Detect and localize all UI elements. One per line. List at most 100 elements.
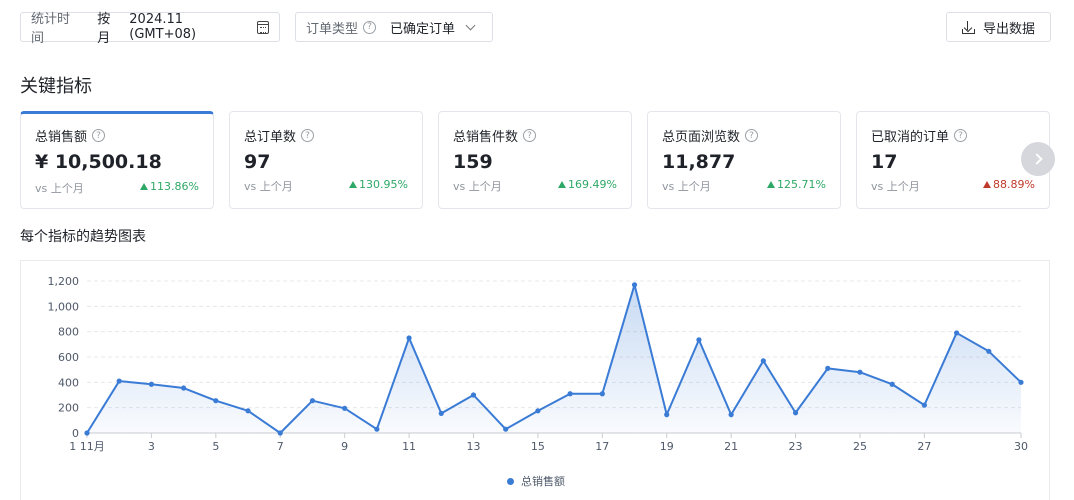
x-tick-label: 30 xyxy=(1014,440,1028,453)
time-filter-label: 统计时间 xyxy=(31,12,71,46)
data-point xyxy=(438,410,444,416)
metric-title: 总销售额 xyxy=(35,130,88,145)
metric-title: 已取消的订单 xyxy=(871,130,950,145)
order-type-value: 已确定订单 xyxy=(390,21,456,37)
x-tick-label: 5 xyxy=(212,440,219,453)
metric-card-total-orders[interactable]: 总订单数? 97 vs 上个月 130.95% xyxy=(229,111,423,209)
calendar-icon[interactable] xyxy=(256,20,270,34)
data-point xyxy=(825,365,831,371)
x-tick-label: 19 xyxy=(660,440,674,453)
metric-vs: vs 上个月 xyxy=(871,180,920,193)
y-tick-label: 600 xyxy=(58,351,79,364)
y-tick-label: 800 xyxy=(58,326,79,339)
metric-title: 总页面浏览数 xyxy=(662,130,741,145)
x-tick-label: 13 xyxy=(466,440,480,453)
metric-change: 169.49% xyxy=(558,178,617,194)
metric-change: 113.86% xyxy=(140,180,199,196)
order-type-label: 订单类型 ? xyxy=(306,18,377,37)
x-tick-label: 23 xyxy=(789,440,803,453)
x-tick-label: 7 xyxy=(277,440,284,453)
data-point xyxy=(181,385,187,391)
x-tick-label: 3 xyxy=(148,440,155,453)
metric-vs: vs 上个月 xyxy=(453,180,502,193)
metric-change: 130.95% xyxy=(349,178,408,194)
data-point xyxy=(664,412,670,418)
y-tick-label: 400 xyxy=(58,376,79,389)
metric-vs: vs 上个月 xyxy=(244,180,293,193)
data-point xyxy=(470,392,477,398)
data-point xyxy=(857,369,863,375)
data-point xyxy=(599,391,605,397)
data-point xyxy=(116,378,122,384)
data-point xyxy=(374,426,380,432)
y-tick-label: 0 xyxy=(72,427,79,440)
y-tick-label: 1,000 xyxy=(48,300,80,313)
x-tick-label: 15 xyxy=(531,440,545,453)
time-value: 2024.11 (GMT+08) xyxy=(129,12,197,42)
x-tick-label: 27 xyxy=(917,440,931,453)
metric-card-total-sales[interactable]: 总销售额? ¥ 10,500.18 vs 上个月 113.86% xyxy=(20,111,214,209)
metric-value: 11,877 xyxy=(662,151,736,173)
data-point xyxy=(1018,379,1024,385)
section-title: 关键指标 xyxy=(20,76,92,97)
data-point xyxy=(889,381,895,387)
metric-title: 总订单数 xyxy=(244,130,297,145)
y-tick-label: 200 xyxy=(58,402,79,415)
data-point xyxy=(986,348,992,354)
next-cards-button[interactable] xyxy=(1021,142,1055,176)
arrow-up-icon xyxy=(983,181,992,188)
data-point xyxy=(245,408,251,414)
chart-legend[interactable]: 总销售额 xyxy=(507,473,565,489)
help-icon[interactable]: ? xyxy=(523,129,537,142)
chart-title: 每个指标的趋势图表 xyxy=(20,229,146,245)
metric-value: ¥ 10,500.18 xyxy=(35,151,162,173)
legend-label: 总销售额 xyxy=(521,475,565,488)
data-point xyxy=(148,381,155,387)
trend-chart: 0 200 400 600 800 1,000 1,200 1 11月 3 5 7 9 11 13 15 17… xyxy=(20,260,1050,500)
order-type-filter[interactable]: 订单类型 ? 已确定订单 xyxy=(295,12,493,42)
x-tick-label: 1 11月 xyxy=(69,440,105,453)
data-point xyxy=(535,408,541,414)
help-icon[interactable]: ? xyxy=(954,129,968,142)
metric-change: 125.71% xyxy=(767,178,826,194)
data-point xyxy=(696,337,702,343)
data-point xyxy=(792,410,799,416)
arrow-up-icon xyxy=(140,183,149,190)
x-tick-label: 25 xyxy=(853,440,867,453)
data-point xyxy=(84,430,90,436)
metric-card-items-sold[interactable]: 总销售件数? 159 vs 上个月 169.49% xyxy=(438,111,632,209)
export-label: 导出数据 xyxy=(982,21,1035,37)
data-point xyxy=(503,426,509,432)
metric-title: 总销售件数 xyxy=(453,130,519,145)
help-icon[interactable]: ? xyxy=(92,129,106,142)
metric-change: 88.89% xyxy=(983,178,1035,194)
x-tick-label: 17 xyxy=(595,440,609,453)
x-tick-label: 9 xyxy=(341,440,348,453)
data-point xyxy=(406,335,412,341)
data-point xyxy=(631,282,638,288)
data-point xyxy=(728,412,734,418)
help-icon[interactable]: ? xyxy=(363,20,377,34)
x-tick-label: 11 xyxy=(402,440,416,453)
metric-value: 159 xyxy=(453,151,493,173)
metric-value: 97 xyxy=(244,151,271,173)
data-point xyxy=(760,358,766,364)
data-point xyxy=(309,398,316,404)
export-button[interactable]: 导出数据 xyxy=(946,12,1051,42)
help-icon[interactable]: ? xyxy=(745,129,759,142)
metric-card-page-views[interactable]: 总页面浏览数? 11,877 vs 上个月 125.71% xyxy=(647,111,841,209)
x-tick-label: 21 xyxy=(724,440,738,453)
metric-value: 17 xyxy=(871,151,898,173)
help-icon[interactable]: ? xyxy=(301,129,315,142)
data-point xyxy=(277,430,283,436)
chevron-down-icon xyxy=(465,20,476,30)
arrow-up-icon xyxy=(349,181,358,188)
trend-chart-svg: 0 200 400 600 800 1,000 1,200 1 11月 3 5 7 9 11 13 15 17… xyxy=(48,275,1029,453)
download-icon xyxy=(961,20,975,34)
arrow-up-icon xyxy=(558,181,567,188)
series-area xyxy=(87,284,1021,433)
time-filter[interactable]: 统计时间 按月 2024.11 (GMT+08) xyxy=(20,12,280,46)
time-mode: 按月 xyxy=(97,12,111,46)
data-point xyxy=(953,330,960,336)
legend-marker xyxy=(507,477,514,485)
